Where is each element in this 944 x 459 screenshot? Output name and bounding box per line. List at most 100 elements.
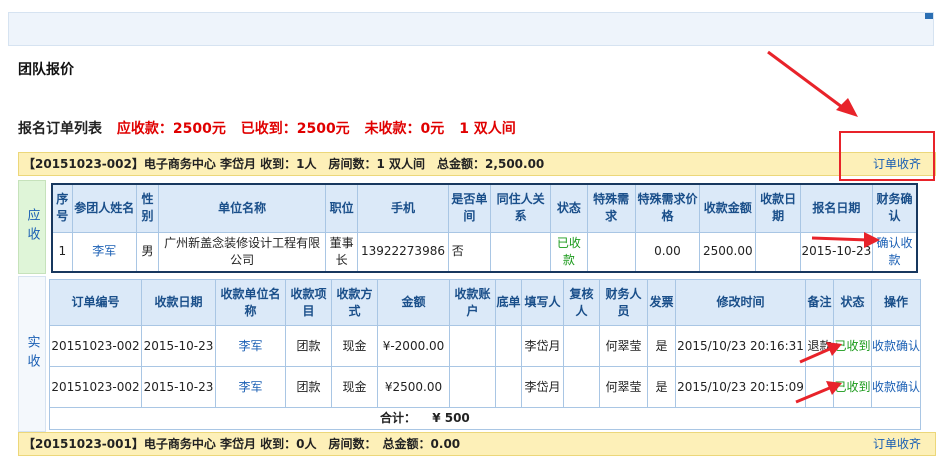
cell-phone: 13922273986 [357, 231, 449, 273]
total-label: 合计： [380, 411, 417, 425]
confirm-payment-link[interactable]: 确认收款 [872, 231, 918, 273]
table-row: 1 李军 男 广州新盖念装修设计工程有限公司 董事长 13922273986 否… [51, 231, 918, 273]
col-header: 收款金额 [699, 183, 757, 233]
cell-account [449, 325, 496, 367]
cell-index: 1 [51, 231, 73, 273]
total-row: 合计： ¥ 500 [49, 407, 921, 430]
col-header: 职位 [325, 183, 359, 233]
cell-position: 董事长 [325, 231, 359, 273]
cell-modified: 2015/10/23 20:16:31 [675, 325, 806, 367]
payment-confirm-link[interactable]: 收款确认 [871, 366, 921, 408]
col-header: 特殊需求价格 [634, 183, 701, 233]
receivable-amount: 应收款：2500元 [116, 121, 226, 137]
col-header: 性别 [135, 183, 160, 233]
arrow-icon [767, 50, 858, 117]
cell-amount: 2500.00 [699, 231, 757, 273]
cell-receipt [495, 325, 522, 367]
cell-finance: 何翠莹 [599, 325, 648, 367]
cell-reviewer [563, 325, 600, 367]
order-header-bar: 【20151023-002】电子商务中心 李岱月 收到：1人 房间数：1 双人间… [18, 152, 936, 176]
cell-note: 退款 [805, 325, 834, 367]
cell-note [805, 366, 834, 408]
cell-invoice: 是 [647, 325, 676, 367]
col-header: 复核人 [563, 279, 600, 326]
cell-reviewer [563, 366, 600, 408]
highlight-box [839, 131, 935, 181]
cell-account [449, 366, 496, 408]
col-header: 财务人员 [599, 279, 648, 326]
cell-method: 现金 [331, 325, 378, 367]
cell-filler: 李岱月 [521, 366, 564, 408]
cell-status: 已收到 [833, 366, 872, 408]
cell-special-price: 0.00 [634, 231, 701, 273]
cell-item: 团款 [285, 366, 332, 408]
cell-company: 广州新盖念装修设计工程有限公司 [158, 231, 327, 273]
actual-side-label: 实收 [18, 276, 46, 432]
col-header: 同住人关系 [489, 183, 552, 233]
col-header: 财务确认 [872, 183, 918, 233]
payer-name-link[interactable]: 李军 [215, 366, 286, 408]
cell-method: 现金 [331, 366, 378, 408]
col-header: 状态 [833, 279, 872, 326]
payment-confirm-link[interactable]: 收款确认 [871, 325, 921, 367]
cell-status: 已收到 [833, 325, 872, 367]
corner-marker [925, 13, 933, 19]
total-value: ¥ 500 [432, 411, 470, 425]
col-header: 收款项目 [285, 279, 332, 326]
cell-special-need [586, 231, 636, 273]
cell-roommate [489, 231, 552, 273]
col-header: 收款方式 [331, 279, 378, 326]
col-header: 状态 [550, 183, 588, 233]
unreceived-amount: 未收款：0元 [364, 121, 445, 137]
col-header: 收款账户 [449, 279, 496, 326]
total-cell: 合计： ¥ 500 [49, 407, 921, 430]
cell-signup-date: 2015-10-23 [799, 231, 874, 273]
col-header: 操作 [871, 279, 921, 326]
cell-invoice: 是 [647, 366, 676, 408]
top-toolbar [8, 12, 934, 46]
cell-order-no: 20151023-002 [49, 325, 142, 367]
col-header: 底单 [495, 279, 522, 326]
col-header: 发票 [647, 279, 676, 326]
participant-header-row: 序号 参团人姓名 性别 单位名称 职位 手机 是否单间 同住人关系 状态 特殊需… [51, 183, 918, 233]
order-complete-link[interactable]: 订单收齐 [873, 433, 921, 455]
col-header: 参团人姓名 [71, 183, 137, 233]
col-header: 填写人 [521, 279, 564, 326]
payment-table: 订单编号 收款日期 收款单位名称 收款项目 收款方式 金额 收款账户 底单 填写… [49, 279, 921, 430]
receivable-side-label: 应收 [18, 180, 46, 274]
payer-name-link[interactable]: 李军 [215, 325, 286, 367]
received-amount: 已收到：2500元 [240, 121, 350, 137]
col-header: 收款日期 [755, 183, 801, 233]
cell-item: 团款 [285, 325, 332, 367]
order-summary: 报名订单列表 应收款：2500元 已收到：2500元 未收款：0元 1 双人间 [18, 118, 526, 138]
col-header: 备注 [805, 279, 834, 326]
cell-status: 已收款 [550, 231, 588, 273]
table-row: 20151023-002 2015-10-23 李军 团款 现金 ¥-2000.… [49, 325, 921, 367]
participant-name-link[interactable]: 李军 [71, 231, 137, 273]
payment-header-row: 订单编号 收款日期 收款单位名称 收款项目 收款方式 金额 收款账户 底单 填写… [49, 279, 921, 326]
col-header: 报名日期 [799, 183, 874, 233]
summary-label: 报名订单列表 [18, 121, 102, 137]
cell-single-room: 否 [447, 231, 491, 273]
participant-table: 序号 参团人姓名 性别 单位名称 职位 手机 是否单间 同住人关系 状态 特殊需… [51, 183, 918, 273]
col-header: 手机 [357, 183, 449, 233]
cell-finance: 何翠莹 [599, 366, 648, 408]
cell-receipt [495, 366, 522, 408]
cell-amount: ¥2500.00 [377, 366, 450, 408]
order-header-bar: 【20151023-001】电子商务中心 李岱月 收到：0人 房间数： 总金额：… [18, 432, 936, 456]
col-header: 金额 [377, 279, 450, 326]
table-row: 20151023-002 2015-10-23 李军 团款 现金 ¥2500.0… [49, 366, 921, 408]
col-header: 收款日期 [141, 279, 216, 326]
cell-modified: 2015/10/23 20:15:09 [675, 366, 806, 408]
col-header: 单位名称 [158, 183, 327, 233]
col-header: 修改时间 [675, 279, 806, 326]
page-title: 团队报价 [18, 62, 74, 78]
cell-order-no: 20151023-002 [49, 366, 142, 408]
cell-amount: ¥-2000.00 [377, 325, 450, 367]
order-header-text: 【20151023-002】电子商务中心 李岱月 收到：1人 房间数：1 双人间… [23, 157, 545, 171]
cell-pay-date: 2015-10-23 [141, 366, 216, 408]
col-header: 特殊需求 [586, 183, 636, 233]
col-header: 订单编号 [49, 279, 142, 326]
col-header: 收款单位名称 [215, 279, 286, 326]
col-header: 序号 [51, 183, 73, 233]
